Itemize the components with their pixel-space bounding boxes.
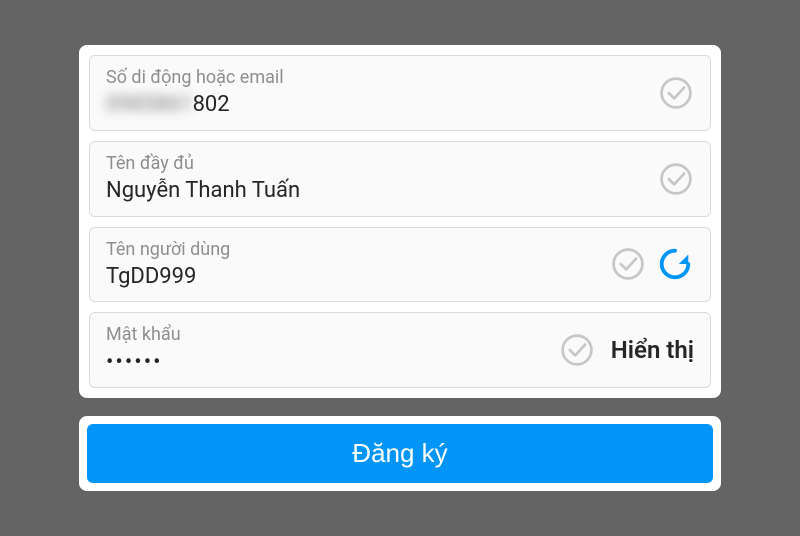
contact-field[interactable]: Số di động hoặc email 0985861802: [89, 55, 711, 131]
fullname-field[interactable]: Tên đầy đủ Nguyễn Thanh Tuấn: [89, 141, 711, 217]
contact-text-area: Số di động hoặc email 0985861802: [106, 66, 648, 120]
check-circle-icon: [559, 332, 595, 368]
fullname-text-area: Tên đầy đủ Nguyễn Thanh Tuấn: [106, 152, 648, 206]
username-value: TgDD999: [106, 263, 600, 292]
password-label: Mật khẩu: [106, 323, 549, 346]
submit-card: Đăng ký: [79, 416, 721, 491]
username-label: Tên người dùng: [106, 238, 600, 261]
fullname-label: Tên đầy đủ: [106, 152, 648, 175]
check-circle-icon: [610, 246, 646, 282]
registration-form: Số di động hoặc email 0985861802 Tên đầy…: [79, 45, 721, 399]
password-value: ••••••: [106, 349, 549, 378]
refresh-icon[interactable]: [656, 245, 694, 283]
username-text-area: Tên người dùng TgDD999: [106, 238, 600, 292]
contact-label: Số di động hoặc email: [106, 66, 648, 89]
show-password-button[interactable]: Hiển thị: [611, 336, 694, 364]
contact-value-visible: 802: [193, 92, 230, 117]
contact-value-masked: 0985861: [106, 92, 193, 117]
check-circle-icon: [658, 161, 694, 197]
password-field[interactable]: Mật khẩu •••••• Hiển thị: [89, 312, 711, 388]
password-text-area: Mật khẩu ••••••: [106, 323, 549, 377]
register-button[interactable]: Đăng ký: [87, 424, 713, 483]
check-circle-icon: [658, 75, 694, 111]
fullname-value: Nguyễn Thanh Tuấn: [106, 177, 648, 206]
contact-value: 0985861802: [106, 91, 648, 120]
username-field[interactable]: Tên người dùng TgDD999: [89, 227, 711, 303]
